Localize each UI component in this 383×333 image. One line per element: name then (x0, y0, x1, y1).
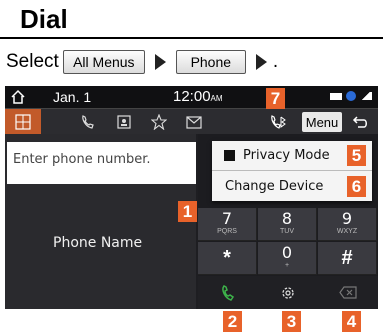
arrow-right-icon (154, 54, 166, 70)
instruction-suffix: . (272, 51, 279, 72)
key-letters: TUV (280, 228, 294, 235)
key-7[interactable]: 7 PQRS (198, 208, 257, 241)
back-button[interactable] (345, 109, 375, 135)
tab-contacts[interactable] (109, 109, 139, 135)
callout-badge-6: 6 (347, 176, 366, 197)
home-icon[interactable] (9, 88, 27, 106)
clock-time: 12:00 (173, 88, 211, 105)
key-letters: + (284, 262, 290, 269)
battery-icon (330, 92, 342, 100)
bluetooth-phone-icon (271, 115, 286, 129)
instruction-line: Select All Menus Phone 12*# . (6, 49, 285, 272)
tab-messages[interactable] (179, 109, 209, 135)
key-symbol: # (341, 247, 353, 269)
tab-recent-calls[interactable] (73, 109, 103, 135)
key-8[interactable]: 8 TUV (258, 208, 317, 241)
key-0[interactable]: 0 + (258, 242, 317, 275)
signal-icon (360, 92, 372, 100)
status-icons (330, 91, 372, 101)
key-digit: 7 (221, 209, 233, 228)
privacy-mode-label: Privacy Mode (243, 148, 330, 163)
clock-ampm: AM (210, 94, 223, 103)
dialpad-icon (15, 114, 31, 130)
status-time: 12:00AM (173, 88, 223, 105)
backspace-icon (339, 286, 357, 299)
action-bar (198, 276, 378, 309)
callout-badge-2: 2 (223, 311, 242, 332)
delete-button[interactable] (318, 276, 378, 309)
phone-chip: Phone (175, 50, 246, 74)
key-star[interactable]: * (198, 242, 257, 275)
status-date: Jan. 1 (53, 89, 92, 105)
envelope-icon (186, 115, 202, 129)
all-menus-chip: All Menus (62, 50, 145, 74)
callout-badge-1: 1 (178, 201, 197, 222)
key-hash[interactable]: # (318, 242, 377, 275)
title-divider (0, 37, 383, 39)
callout-badge-3: 3 (282, 311, 301, 332)
key-digit: 8 (281, 209, 293, 228)
callout-badge-7: 7 (266, 88, 285, 109)
call-button[interactable] (198, 276, 258, 309)
phone-number-input[interactable]: Enter phone number. (7, 142, 196, 184)
instruction-prefix: Select (6, 51, 59, 72)
key-letters: PQRS (217, 228, 237, 235)
arrow-right-icon (255, 54, 267, 70)
change-device-label: Change Device (225, 178, 324, 194)
star-icon (151, 114, 167, 130)
tab-favorites[interactable] (144, 109, 174, 135)
page-title: Dial (20, 4, 68, 34)
bluetooth-icon (346, 91, 356, 101)
privacy-mode-checkbox[interactable] (224, 150, 235, 161)
phone-name-label: Phone Name (53, 235, 143, 251)
status-bar: Jan. 1 12:00AM (5, 86, 378, 108)
tab-keypad[interactable] (5, 109, 41, 135)
key-digit: 0 (281, 243, 293, 262)
settings-button[interactable] (258, 276, 318, 309)
phone-handset-icon (222, 284, 235, 301)
callout-badge-4: 4 (342, 311, 361, 332)
bluetooth-switch-button[interactable] (263, 109, 293, 135)
infotainment-screen: Jan. 1 12:00AM Menu Enter phone number. … (5, 86, 378, 309)
back-arrow-icon (352, 116, 367, 128)
contacts-icon (117, 115, 131, 129)
callout-badge-5: 5 (347, 145, 366, 166)
gear-icon (282, 286, 294, 299)
key-9[interactable]: 9 WXYZ (318, 208, 377, 241)
recent-calls-icon (82, 115, 94, 129)
menu-button[interactable]: Menu (302, 112, 342, 132)
key-digit: 9 (341, 209, 353, 228)
key-letters: WXYZ (336, 228, 358, 235)
tab-bar: Menu (5, 108, 378, 135)
key-symbol: * (223, 247, 231, 269)
